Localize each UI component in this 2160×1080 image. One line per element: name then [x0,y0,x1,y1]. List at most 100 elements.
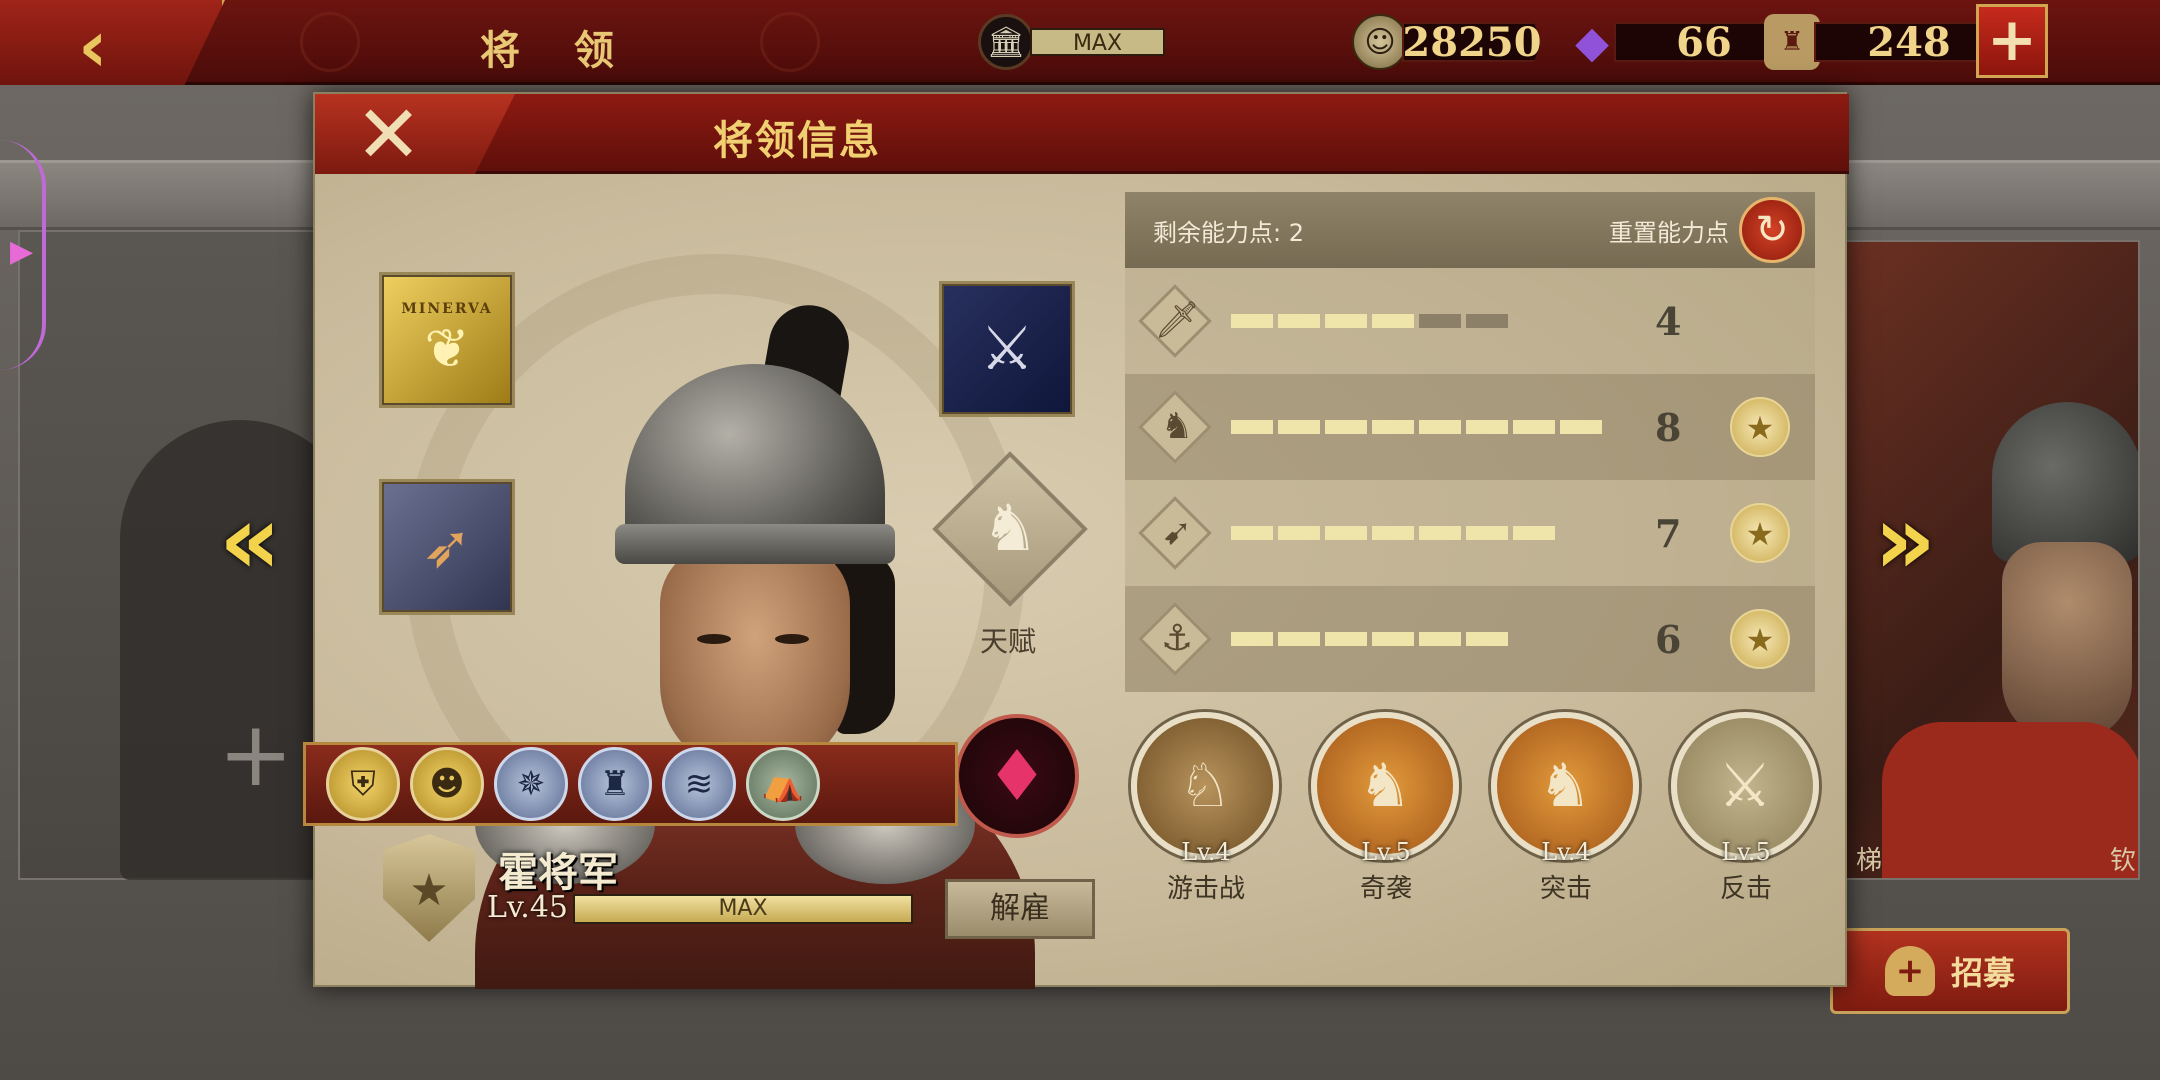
wave-medal-icon[interactable]: ≋ [662,747,736,821]
ability-name: 游击战 [1166,874,1245,904]
attribute-pip [1231,526,1273,540]
ruby-gem-icon: ♦ [985,735,1049,817]
attribute-row[interactable]: 🗡 4 [1125,268,1815,374]
laurel-left-icon [300,12,360,72]
talent-label: 天赋 [980,625,1037,658]
camp-medal-icon[interactable]: ⛺ [746,747,820,821]
previous-general-arrow-icon[interactable]: « [215,490,285,590]
banner-text: MINERVA [401,300,493,317]
close-button[interactable]: ✕ [315,94,515,174]
attribute-pips [1231,526,1555,540]
attribute-row[interactable]: ♞ 8 ★ [1125,374,1815,480]
attribute-pip [1231,632,1273,646]
attribute-pip [1325,526,1367,540]
talent-horse-icon: ♞ [981,492,1039,566]
experience-label: MAX [718,896,768,921]
bank-icon: 🏛 [978,14,1034,70]
add-resources-plus-icon[interactable]: + [1976,4,2048,78]
sword-icon: 🗡 [1154,300,1200,341]
attribute-pip [1466,314,1508,328]
ability-name: 反击 [1719,874,1772,904]
attribute-row[interactable]: ⚓ 6 ★ [1125,586,1815,692]
gems-resource[interactable]: ◆ 66 [1564,14,1794,70]
attribute-pip [1466,632,1508,646]
remaining-points: 剩余能力点: 2 [1153,218,1304,247]
spear-equipment-slot[interactable]: ➶ [379,479,515,615]
skill-medal-bar: ⛨ ☻ ✵ ♜ ≋ ⛺ [303,742,958,826]
helmet-rim [615,524,895,564]
attribute-pip [1278,632,1320,646]
attribute-pip [1325,314,1367,328]
next-general-face [2002,542,2132,742]
attribute-pip [1419,420,1461,434]
attribute-row[interactable]: ➹ 7 ★ [1125,480,1815,586]
next-general-arrow-icon[interactable]: » [1870,490,1940,590]
spear-icon: ➶ [421,512,473,582]
attribute-pips [1231,420,1602,434]
coins-count: 28250 [1402,18,1542,66]
ability-assault[interactable]: ♞ Lv.4 突击 [1491,712,1641,905]
reset-refresh-icon[interactable]: ↻ [1739,197,1805,263]
next-general-name-2: 钦 [2109,846,2136,876]
close-icon: ✕ [355,88,423,181]
attribute-pip [1278,314,1320,328]
general-level: Lv.45 [487,890,569,925]
ability-level: Lv.5 [1721,838,1771,866]
attribute-pip [1466,526,1508,540]
sword-icon: ⚔ [980,314,1034,384]
runner-medal-icon[interactable]: ☻ [410,747,484,821]
bow-icon: ➹ [1161,512,1193,553]
next-general-name-1: 梯 [1856,846,1883,876]
coins-resource[interactable]: ☺ 28250 [1352,14,1542,70]
banner-equipment-slot[interactable]: MINERVA ❦ [379,272,515,408]
modal-title: 将领信息 [713,117,881,164]
attribute-header: 剩余能力点: 2 重置能力点 ↻ [1125,192,1815,268]
attribute-pip [1278,526,1320,540]
dismiss-button[interactable]: 解雇 [945,879,1095,939]
ability-name: 奇袭 [1359,874,1412,904]
recruit-helmet-icon: + [1884,946,1935,996]
recruit-button[interactable]: + 招募 [1830,928,2070,1014]
attribute-pip [1513,526,1555,540]
max-star-badge-icon: ★ [1730,397,1790,457]
ability-guerrilla[interactable]: ♘ Lv.4 游击战 [1131,712,1281,905]
attribute-value: 4 [1655,298,1682,344]
page-title: 将 领 [480,27,634,74]
horse-icon: ♞ [1160,406,1194,447]
ability-ambush[interactable]: ♞ Lv.5 奇袭 [1311,712,1461,905]
fortress-medal-icon[interactable]: ♜ [578,747,652,821]
compass-medal-icon[interactable]: ✵ [494,747,568,821]
back-button[interactable]: ‹ [0,0,225,85]
purple-gem-icon: ◆ [1575,16,1609,68]
attribute-pip [1325,420,1367,434]
attribute-pip [1419,526,1461,540]
attribute-pips [1231,632,1508,646]
portrait-eye-left [697,634,731,644]
attribute-pip [1372,526,1414,540]
bank-resource[interactable]: 🏛 MAX [978,14,1165,70]
max-star-badge-icon: ★ [1730,503,1790,563]
next-general-helmet [1992,402,2138,562]
ability-name: 突击 [1539,874,1592,904]
attribute-panel: 剩余能力点: 2 重置能力点 ↻ 🗡 4 ♞ 8 ★ ➹ 7 ★ ⚓ 6 ★ [1125,192,1815,692]
recruit-label: 招募 [1950,954,2015,992]
attribute-pip [1419,314,1461,328]
laurel-right-icon [760,12,820,72]
ability-level: Lv.4 [1181,838,1231,866]
attribute-pip [1372,314,1414,328]
ability-level: Lv.4 [1541,838,1591,866]
shield-medal-icon[interactable]: ⛨ [326,747,400,821]
reset-points-label: 重置能力点 [1609,218,1729,247]
side-drawer-tab[interactable]: ▶ [0,140,46,370]
experience-bar: MAX [573,894,913,924]
add-general-plus-icon[interactable]: + [218,710,293,800]
tickets-resource[interactable]: ♜ 248 [1764,14,2004,70]
attribute-pip [1419,632,1461,646]
attribute-pip [1231,314,1273,328]
ruby-gem-slot[interactable]: ♦ [955,714,1079,838]
ability-counterattack[interactable]: ⚔ Lv.5 反击 [1671,712,1821,905]
spqr-ticket-icon: ♜ [1764,14,1820,70]
attribute-value: 8 [1655,404,1682,450]
attribute-pip [1325,632,1367,646]
sword-equipment-slot[interactable]: ⚔ [939,281,1075,417]
